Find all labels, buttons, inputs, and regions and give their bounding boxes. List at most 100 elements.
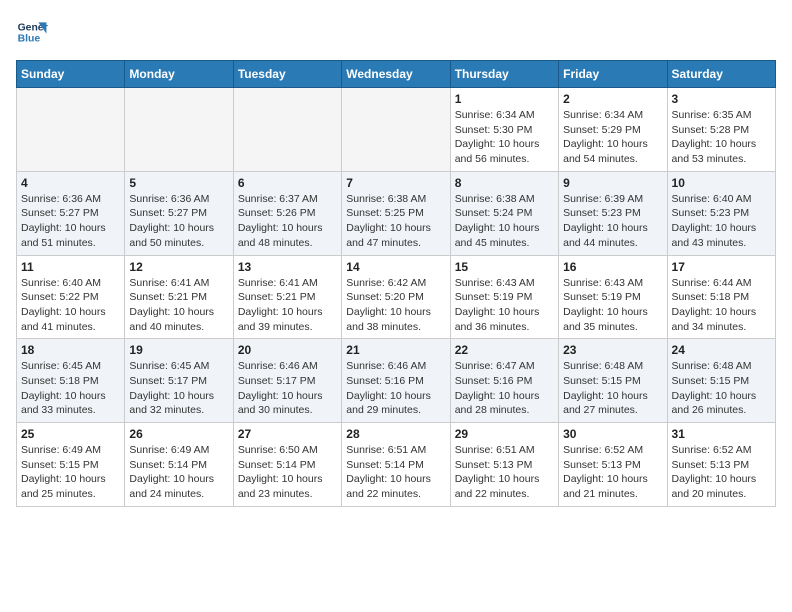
day-info: Sunrise: 6:38 AM Sunset: 5:24 PM Dayligh…: [455, 192, 554, 251]
calendar-day-cell: 22 Sunrise: 6:47 AM Sunset: 5:16 PM Dayli…: [450, 339, 558, 423]
calendar-day-cell: 9Sunrise: 6:39 AM Sunset: 5:23 PM Daylig…: [559, 171, 667, 255]
calendar-day-cell: 5 Sunrise: 6:36 AM Sunset: 5:27 PM Daylig…: [125, 171, 233, 255]
logo-icon: General Blue: [16, 16, 48, 48]
day-info: Sunrise: 6:35 AM Sunset: 5:28 PM Dayligh…: [672, 108, 771, 167]
day-info: Sunrise: 6:34 AM Sunset: 5:30 PM Dayligh…: [455, 108, 554, 167]
calendar-day-cell: [342, 88, 450, 172]
day-number: 8: [455, 176, 554, 190]
day-info: Sunrise: 6:51 AM Sunset: 5:13 PM Dayligh…: [455, 443, 554, 502]
day-number: 28: [346, 427, 445, 441]
weekday-header: Thursday: [450, 61, 558, 88]
day-info: Sunrise: 6:49 AM Sunset: 5:14 PM Dayligh…: [129, 443, 228, 502]
day-info: Sunrise: 6:51 AM Sunset: 5:14 PM Dayligh…: [346, 443, 445, 502]
day-info: Sunrise: 6:45 AM Sunset: 5:17 PM Dayligh…: [129, 359, 228, 418]
calendar-day-cell: 27 Sunrise: 6:50 AM Sunset: 5:14 PM Dayli…: [233, 423, 341, 507]
day-info: Sunrise: 6:34 AM Sunset: 5:29 PM Dayligh…: [563, 108, 662, 167]
calendar-day-cell: 14Sunrise: 6:42 AM Sunset: 5:20 PM Dayli…: [342, 255, 450, 339]
page-header: General Blue: [16, 16, 776, 48]
day-number: 12: [129, 260, 228, 274]
weekday-header: Friday: [559, 61, 667, 88]
calendar-day-cell: 24 Sunrise: 6:48 AM Sunset: 5:15 PM Dayli…: [667, 339, 775, 423]
day-info: Sunrise: 6:38 AM Sunset: 5:25 PM Dayligh…: [346, 192, 445, 251]
day-number: 29: [455, 427, 554, 441]
calendar-day-cell: 4 Sunrise: 6:36 AM Sunset: 5:27 PM Daylig…: [17, 171, 125, 255]
calendar-week-row: 18Sunrise: 6:45 AM Sunset: 5:18 PM Dayli…: [17, 339, 776, 423]
calendar-day-cell: 15 Sunrise: 6:43 AM Sunset: 5:19 PM Dayli…: [450, 255, 558, 339]
day-number: 30: [563, 427, 662, 441]
calendar-week-row: 25 Sunrise: 6:49 AM Sunset: 5:15 PM Dayli…: [17, 423, 776, 507]
calendar-day-cell: 23Sunrise: 6:48 AM Sunset: 5:15 PM Dayli…: [559, 339, 667, 423]
calendar-day-cell: 21Sunrise: 6:46 AM Sunset: 5:16 PM Dayli…: [342, 339, 450, 423]
calendar-day-cell: 6Sunrise: 6:37 AM Sunset: 5:26 PM Daylig…: [233, 171, 341, 255]
day-number: 16: [563, 260, 662, 274]
day-info: Sunrise: 6:45 AM Sunset: 5:18 PM Dayligh…: [21, 359, 120, 418]
calendar-day-cell: 17Sunrise: 6:44 AM Sunset: 5:18 PM Dayli…: [667, 255, 775, 339]
calendar-day-cell: 11Sunrise: 6:40 AM Sunset: 5:22 PM Dayli…: [17, 255, 125, 339]
day-number: 1: [455, 92, 554, 106]
day-info: Sunrise: 6:36 AM Sunset: 5:27 PM Dayligh…: [21, 192, 120, 251]
day-info: Sunrise: 6:49 AM Sunset: 5:15 PM Dayligh…: [21, 443, 120, 502]
calendar-day-cell: 25 Sunrise: 6:49 AM Sunset: 5:15 PM Dayli…: [17, 423, 125, 507]
calendar-day-cell: 16 Sunrise: 6:43 AM Sunset: 5:19 PM Dayli…: [559, 255, 667, 339]
calendar-day-cell: 8 Sunrise: 6:38 AM Sunset: 5:24 PM Daylig…: [450, 171, 558, 255]
calendar-week-row: 11Sunrise: 6:40 AM Sunset: 5:22 PM Dayli…: [17, 255, 776, 339]
day-info: Sunrise: 6:41 AM Sunset: 5:21 PM Dayligh…: [129, 276, 228, 335]
calendar-week-row: 4 Sunrise: 6:36 AM Sunset: 5:27 PM Daylig…: [17, 171, 776, 255]
day-number: 15: [455, 260, 554, 274]
day-info: Sunrise: 6:48 AM Sunset: 5:15 PM Dayligh…: [563, 359, 662, 418]
calendar-day-cell: 13 Sunrise: 6:41 AM Sunset: 5:21 PM Dayli…: [233, 255, 341, 339]
weekday-header: Saturday: [667, 61, 775, 88]
day-info: Sunrise: 6:36 AM Sunset: 5:27 PM Dayligh…: [129, 192, 228, 251]
day-number: 10: [672, 176, 771, 190]
day-info: Sunrise: 6:44 AM Sunset: 5:18 PM Dayligh…: [672, 276, 771, 335]
day-number: 19: [129, 343, 228, 357]
day-number: 4: [21, 176, 120, 190]
day-info: Sunrise: 6:46 AM Sunset: 5:16 PM Dayligh…: [346, 359, 445, 418]
day-number: 24: [672, 343, 771, 357]
day-number: 31: [672, 427, 771, 441]
day-info: Sunrise: 6:48 AM Sunset: 5:15 PM Dayligh…: [672, 359, 771, 418]
day-number: 11: [21, 260, 120, 274]
calendar-day-cell: 26 Sunrise: 6:49 AM Sunset: 5:14 PM Dayli…: [125, 423, 233, 507]
day-number: 27: [238, 427, 337, 441]
day-number: 3: [672, 92, 771, 106]
day-info: Sunrise: 6:40 AM Sunset: 5:23 PM Dayligh…: [672, 192, 771, 251]
day-info: Sunrise: 6:43 AM Sunset: 5:19 PM Dayligh…: [455, 276, 554, 335]
svg-text:Blue: Blue: [18, 34, 41, 45]
day-info: Sunrise: 6:42 AM Sunset: 5:20 PM Dayligh…: [346, 276, 445, 335]
calendar-day-cell: 28 Sunrise: 6:51 AM Sunset: 5:14 PM Dayli…: [342, 423, 450, 507]
weekday-header: Sunday: [17, 61, 125, 88]
day-info: Sunrise: 6:52 AM Sunset: 5:13 PM Dayligh…: [672, 443, 771, 502]
day-number: 6: [238, 176, 337, 190]
calendar-day-cell: 30 Sunrise: 6:52 AM Sunset: 5:13 PM Dayli…: [559, 423, 667, 507]
day-info: Sunrise: 6:50 AM Sunset: 5:14 PM Dayligh…: [238, 443, 337, 502]
calendar-day-cell: 18Sunrise: 6:45 AM Sunset: 5:18 PM Dayli…: [17, 339, 125, 423]
calendar-day-cell: 19 Sunrise: 6:45 AM Sunset: 5:17 PM Dayli…: [125, 339, 233, 423]
calendar-day-cell: 29 Sunrise: 6:51 AM Sunset: 5:13 PM Dayli…: [450, 423, 558, 507]
day-number: 22: [455, 343, 554, 357]
day-info: Sunrise: 6:41 AM Sunset: 5:21 PM Dayligh…: [238, 276, 337, 335]
day-number: 25: [21, 427, 120, 441]
calendar-header-row: SundayMondayTuesdayWednesdayThursdayFrid…: [17, 61, 776, 88]
calendar-day-cell: 7Sunrise: 6:38 AM Sunset: 5:25 PM Daylig…: [342, 171, 450, 255]
weekday-header: Monday: [125, 61, 233, 88]
day-info: Sunrise: 6:47 AM Sunset: 5:16 PM Dayligh…: [455, 359, 554, 418]
calendar-body: 1 Sunrise: 6:34 AM Sunset: 5:30 PM Daylig…: [17, 88, 776, 507]
calendar-day-cell: 3 Sunrise: 6:35 AM Sunset: 5:28 PM Daylig…: [667, 88, 775, 172]
day-info: Sunrise: 6:46 AM Sunset: 5:17 PM Dayligh…: [238, 359, 337, 418]
logo: General Blue: [16, 16, 48, 48]
calendar-day-cell: 31 Sunrise: 6:52 AM Sunset: 5:13 PM Dayli…: [667, 423, 775, 507]
day-number: 5: [129, 176, 228, 190]
day-info: Sunrise: 6:52 AM Sunset: 5:13 PM Dayligh…: [563, 443, 662, 502]
weekday-header: Wednesday: [342, 61, 450, 88]
day-number: 26: [129, 427, 228, 441]
calendar-day-cell: 10 Sunrise: 6:40 AM Sunset: 5:23 PM Dayli…: [667, 171, 775, 255]
day-info: Sunrise: 6:43 AM Sunset: 5:19 PM Dayligh…: [563, 276, 662, 335]
weekday-header: Tuesday: [233, 61, 341, 88]
calendar-day-cell: 2Sunrise: 6:34 AM Sunset: 5:29 PM Daylig…: [559, 88, 667, 172]
day-number: 9: [563, 176, 662, 190]
day-number: 13: [238, 260, 337, 274]
calendar-table: SundayMondayTuesdayWednesdayThursdayFrid…: [16, 60, 776, 507]
day-number: 20: [238, 343, 337, 357]
calendar-day-cell: [17, 88, 125, 172]
